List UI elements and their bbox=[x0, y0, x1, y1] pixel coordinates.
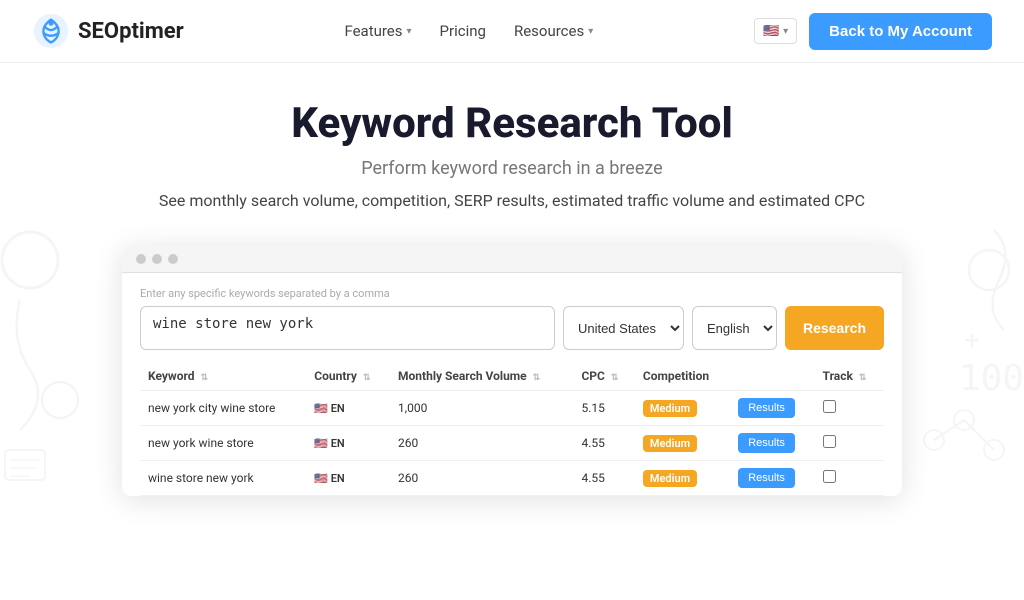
logo-text: SEOptimer bbox=[78, 19, 184, 44]
sort-icon: ⇅ bbox=[533, 373, 541, 383]
cell-country: 🇺🇸 EN bbox=[306, 426, 390, 461]
cell-keyword: wine store new york bbox=[140, 461, 306, 496]
col-track: Track ⇅ bbox=[815, 362, 884, 391]
table-row: wine store new york 🇺🇸 EN 260 4.55 Mediu… bbox=[140, 461, 884, 496]
hero-description: See monthly search volume, competition, … bbox=[20, 191, 1004, 210]
language-selector[interactable]: 🇺🇸 ▾ bbox=[754, 18, 797, 44]
cell-competition: Medium bbox=[635, 461, 730, 496]
country-select[interactable]: United States bbox=[563, 306, 684, 350]
sort-icon: ⇅ bbox=[201, 373, 209, 383]
tool-body: Enter any specific keywords separated by… bbox=[122, 273, 902, 496]
keyword-input-hint: Enter any specific keywords separated by… bbox=[140, 287, 884, 300]
cell-volume: 1,000 bbox=[390, 391, 573, 426]
language-select[interactable]: English bbox=[692, 306, 777, 350]
cell-results[interactable]: Results bbox=[730, 391, 814, 426]
col-volume: Monthly Search Volume ⇅ bbox=[390, 362, 573, 391]
window-dot-2 bbox=[152, 254, 162, 264]
back-to-account-button[interactable]: Back to My Account bbox=[809, 13, 992, 50]
logo[interactable]: SEOptimer bbox=[32, 12, 184, 50]
cell-track[interactable] bbox=[815, 391, 884, 426]
sort-icon: ⇅ bbox=[611, 373, 619, 383]
results-button[interactable]: Results bbox=[738, 433, 795, 453]
cell-results[interactable]: Results bbox=[730, 426, 814, 461]
svg-text:100: 100 bbox=[959, 358, 1024, 399]
track-checkbox[interactable] bbox=[823, 400, 836, 413]
cell-track[interactable] bbox=[815, 461, 884, 496]
nav-pricing[interactable]: Pricing bbox=[440, 22, 486, 40]
svg-text:+: + bbox=[964, 324, 980, 357]
chevron-down-icon: ▾ bbox=[783, 26, 788, 37]
logo-icon bbox=[32, 12, 70, 50]
cell-competition: Medium bbox=[635, 426, 730, 461]
table-header-row: Keyword ⇅ Country ⇅ Monthly Search Volum… bbox=[140, 362, 884, 391]
track-checkbox[interactable] bbox=[823, 470, 836, 483]
header: SEOptimer Features ▾ Pricing Resources ▾… bbox=[0, 0, 1024, 63]
keyword-input[interactable]: wine store new york bbox=[140, 306, 555, 350]
col-cpc: CPC ⇅ bbox=[573, 362, 634, 391]
cell-volume: 260 bbox=[390, 426, 573, 461]
cell-cpc: 4.55 bbox=[573, 426, 634, 461]
research-button[interactable]: Research bbox=[785, 306, 884, 350]
sort-icon: ⇅ bbox=[859, 373, 867, 383]
col-results bbox=[730, 362, 814, 391]
cell-results[interactable]: Results bbox=[730, 461, 814, 496]
search-row: wine store new york United States Englis… bbox=[140, 306, 884, 350]
hero-section: Keyword Research Tool Perform keyword re… bbox=[0, 63, 1024, 230]
cell-competition: Medium bbox=[635, 391, 730, 426]
results-button[interactable]: Results bbox=[738, 398, 795, 418]
nav-actions: 🇺🇸 ▾ Back to My Account bbox=[754, 13, 992, 50]
window-dot-3 bbox=[168, 254, 178, 264]
cell-track[interactable] bbox=[815, 426, 884, 461]
col-keyword: Keyword ⇅ bbox=[140, 362, 306, 391]
sort-icon: ⇅ bbox=[363, 373, 371, 383]
track-checkbox[interactable] bbox=[823, 435, 836, 448]
chevron-down-icon: ▾ bbox=[588, 26, 593, 37]
page-title: Keyword Research Tool bbox=[20, 99, 1004, 148]
cell-cpc: 5.15 bbox=[573, 391, 634, 426]
cell-cpc: 4.55 bbox=[573, 461, 634, 496]
table-row: new york city wine store 🇺🇸 EN 1,000 5.1… bbox=[140, 391, 884, 426]
cell-volume: 260 bbox=[390, 461, 573, 496]
nav-features[interactable]: Features ▾ bbox=[344, 22, 411, 40]
flag-icon: 🇺🇸 bbox=[763, 23, 779, 39]
cell-keyword: new york city wine store bbox=[140, 391, 306, 426]
tool-titlebar bbox=[122, 246, 902, 273]
results-table: Keyword ⇅ Country ⇅ Monthly Search Volum… bbox=[140, 362, 884, 496]
main-nav: Features ▾ Pricing Resources ▾ bbox=[344, 22, 593, 40]
col-competition: Competition bbox=[635, 362, 730, 391]
tool-panel: Enter any specific keywords separated by… bbox=[122, 246, 902, 496]
cell-country: 🇺🇸 EN bbox=[306, 461, 390, 496]
col-country: Country ⇅ bbox=[306, 362, 390, 391]
nav-resources[interactable]: Resources ▾ bbox=[514, 22, 593, 40]
hero-subtitle: Perform keyword research in a breeze bbox=[20, 158, 1004, 179]
chevron-down-icon: ▾ bbox=[407, 26, 412, 37]
results-button[interactable]: Results bbox=[738, 468, 795, 488]
window-dot-1 bbox=[136, 254, 146, 264]
cell-country: 🇺🇸 EN bbox=[306, 391, 390, 426]
table-row: new york wine store 🇺🇸 EN 260 4.55 Mediu… bbox=[140, 426, 884, 461]
cell-keyword: new york wine store bbox=[140, 426, 306, 461]
